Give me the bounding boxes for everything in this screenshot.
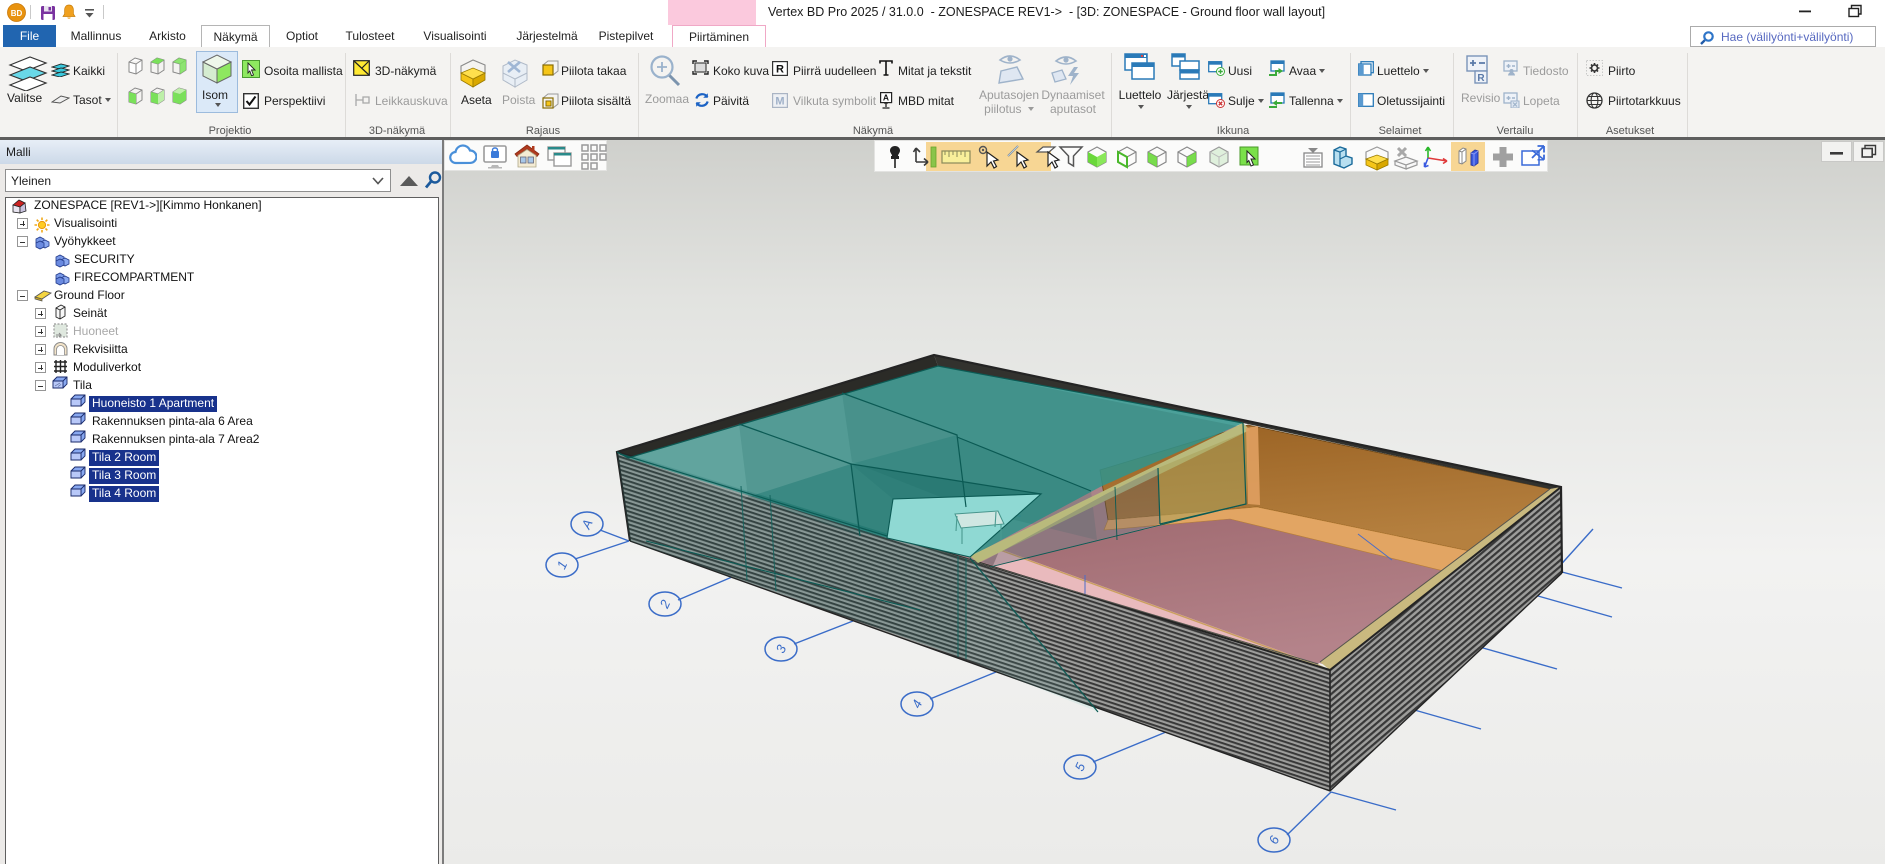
svg-text:A: A [578,517,596,532]
svg-text:2: 2 [656,597,673,611]
svg-text:R: R [1477,73,1485,84]
svg-text:3: 3 [773,642,790,656]
svg-text:M: M [775,96,784,108]
svg-text:R: R [776,64,784,76]
svg-text:6: 6 [1266,833,1283,847]
svg-text:1: 1 [554,559,571,572]
svg-text:5: 5 [1072,760,1089,774]
svg-text:BD: BD [11,9,23,18]
svg-text:A: A [883,93,889,103]
svg-text:4: 4 [909,698,926,711]
